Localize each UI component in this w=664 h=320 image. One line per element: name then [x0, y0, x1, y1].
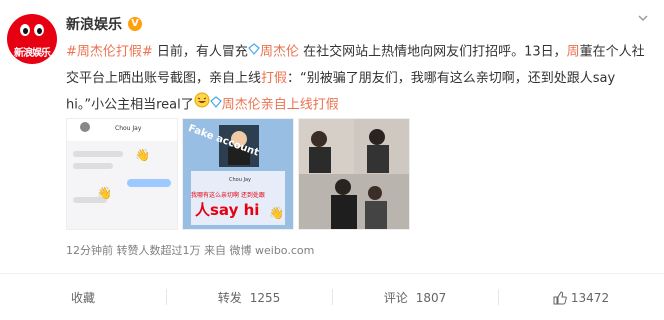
- diamond-icon: [248, 39, 260, 65]
- favorite-button[interactable]: 收藏: [0, 275, 166, 320]
- post-text: #周杰伦打假# 日前，有人冒充 周杰伦 在社交网站上热情地向网友们打招呼。13日，…: [66, 39, 646, 118]
- highlight-keyword[interactable]: 打假: [261, 71, 287, 86]
- svg-text:👋: 👋: [269, 206, 284, 220]
- image-thumbnail-photos[interactable]: [298, 118, 410, 230]
- like-button[interactable]: 13472: [498, 275, 664, 320]
- image-gallery: Chou Jay 👋 👋 Fake account Chou Jay 我哪有这么…: [66, 118, 410, 230]
- repost-label: 转发: [217, 291, 242, 305]
- repost-button[interactable]: 转发 1255: [166, 275, 332, 320]
- mention-link[interactable]: 周杰伦: [222, 97, 261, 112]
- comment-label: 评论: [383, 291, 408, 305]
- image-thumbnail-fake-account[interactable]: Fake account Chou Jay 我哪有这么亲切啊 还到处跟 人say…: [182, 118, 294, 230]
- post-meta: 12分钟前 转赞人数超过1万 来自 微博 weibo.com: [66, 242, 314, 258]
- comment-count: 1807: [415, 290, 447, 305]
- svg-text:👋: 👋: [135, 148, 150, 162]
- avatar[interactable]: 新浪娱乐: [7, 14, 57, 64]
- svg-text:Chou Jay: Chou Jay: [229, 177, 251, 183]
- thumbs-up-icon: [553, 290, 567, 305]
- user-name[interactable]: 新浪娱乐: [66, 14, 122, 34]
- post-text-segment: 在社交网站上热情地向网友们打招呼。13日，: [298, 44, 567, 60]
- post-text-segment: 日前，有人冒充: [152, 44, 248, 60]
- post-text-segment: 亲自上线: [260, 97, 313, 112]
- mention-link[interactable]: 周杰伦: [260, 45, 299, 60]
- image-thumbnail-chat[interactable]: Chou Jay 👋 👋: [66, 118, 178, 230]
- action-bar: 收藏 转发 1255 评论 1807 13472: [0, 275, 664, 320]
- svg-text:人say hi: 人say hi: [195, 201, 259, 219]
- repost-count: 1255: [249, 290, 281, 305]
- svg-text:我哪有这么亲切啊 还到处跟: 我哪有这么亲切啊 还到处跟: [191, 191, 265, 199]
- like-count: 13472: [570, 290, 610, 305]
- comment-button[interactable]: 评论 1807: [332, 275, 498, 320]
- reposts-summary: 转赞人数超过1万: [116, 244, 201, 257]
- source-label: 来自: [204, 244, 226, 257]
- avatar-logo-text: 新浪娱乐: [14, 48, 51, 59]
- svg-text:👋: 👋: [97, 186, 112, 200]
- highlight-keyword[interactable]: 打假: [313, 97, 339, 112]
- post-header: 新浪娱乐 V: [66, 14, 142, 34]
- post-time[interactable]: 12分钟前: [66, 244, 113, 257]
- verified-icon: V: [128, 17, 142, 31]
- svg-text:Chou Jay: Chou Jay: [115, 125, 142, 132]
- avatar-eye-left: [20, 24, 30, 36]
- chevron-down-icon[interactable]: [636, 12, 650, 26]
- topic-link[interactable]: #周杰伦打假#: [66, 45, 153, 60]
- source-link[interactable]: 微博 weibo.com: [230, 244, 315, 257]
- favorite-label: 收藏: [70, 291, 95, 305]
- weibo-post-card: 新浪娱乐 新浪娱乐 V #周杰伦打假# 日前，有人冒充 周杰伦 在社交网站上热情地…: [0, 0, 664, 320]
- laughing-emoji-icon: [194, 92, 210, 118]
- divider: [0, 273, 664, 274]
- avatar-eye-right: [34, 24, 44, 36]
- diamond-icon: [209, 92, 222, 118]
- highlight-keyword[interactable]: 周: [567, 45, 580, 60]
